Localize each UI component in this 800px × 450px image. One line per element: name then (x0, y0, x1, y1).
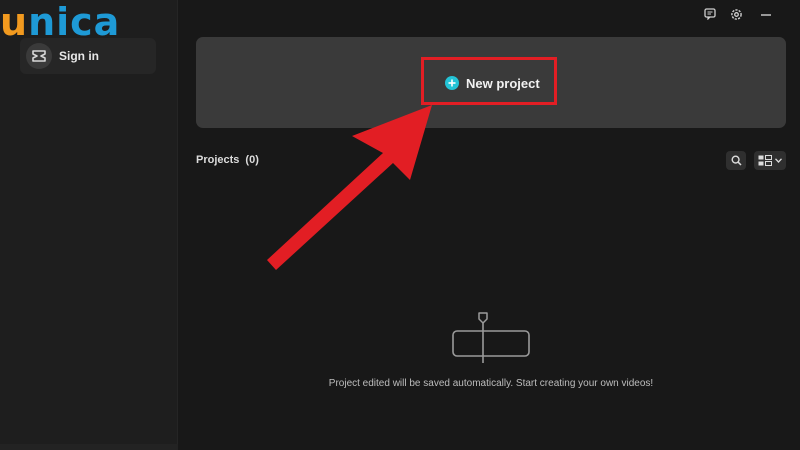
capcut-avatar-icon (26, 43, 52, 69)
projects-title: Projects (196, 154, 240, 166)
sidebar-footer (0, 444, 178, 450)
feedback-icon[interactable] (702, 6, 718, 22)
chevron-down-icon (775, 158, 782, 163)
sidebar: unica Sign in (0, 0, 178, 450)
projects-heading: Projects (0) (196, 154, 259, 166)
projects-count: (0) (245, 154, 259, 166)
unica-logo: unica (0, 2, 120, 42)
sign-in-label: Sign in (59, 49, 99, 63)
empty-state-message: Project edited will be saved automatical… (328, 378, 654, 389)
search-projects-button[interactable] (726, 151, 746, 170)
view-mode-button[interactable] (754, 151, 786, 170)
new-project-label: New project (466, 75, 540, 91)
search-icon (730, 155, 742, 166)
grid-view-icon (758, 155, 772, 166)
empty-timeline-icon (452, 312, 530, 363)
red-arrow-annotation (267, 105, 432, 270)
sign-in-button[interactable]: Sign in (20, 38, 156, 74)
plus-icon (445, 76, 459, 90)
settings-icon[interactable] (728, 6, 744, 22)
minimize-icon[interactable] (758, 6, 774, 22)
new-project-button[interactable]: New project (445, 73, 540, 93)
